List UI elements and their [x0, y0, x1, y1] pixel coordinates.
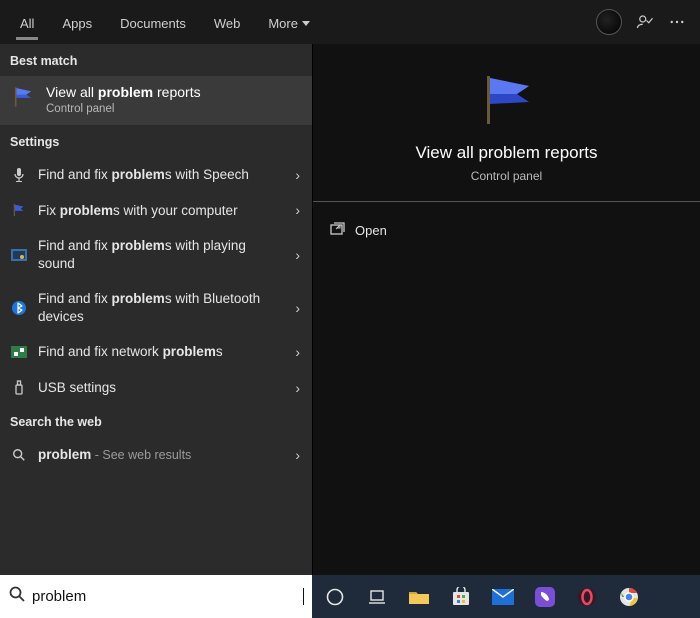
chevron-right-icon: › — [295, 447, 306, 463]
taskbar — [312, 575, 700, 618]
chevron-right-icon: › — [295, 300, 306, 316]
settings-item-speech[interactable]: Find and fix problems with Speech › — [0, 157, 312, 193]
tab-more[interactable]: More — [254, 4, 324, 40]
usb-icon — [10, 380, 28, 396]
ellipsis-icon[interactable] — [668, 13, 686, 31]
file-explorer-icon[interactable] — [406, 584, 432, 610]
preview-pane: View all problem reports Control panel O… — [312, 44, 700, 575]
preview-title: View all problem reports — [415, 143, 597, 163]
filter-tabs: All Apps Documents Web More — [0, 0, 700, 44]
search-icon — [10, 448, 28, 462]
microphone-icon — [10, 167, 28, 183]
text-caret — [303, 588, 304, 605]
settings-item-fix-computer[interactable]: Fix problems with your computer › — [0, 193, 312, 229]
section-settings: Settings — [0, 125, 312, 157]
flag-small-icon — [10, 203, 28, 217]
settings-item-usb[interactable]: USB settings › — [0, 370, 312, 406]
chevron-right-icon: › — [295, 167, 306, 183]
bluetooth-icon — [10, 300, 28, 316]
search-input[interactable] — [32, 588, 303, 605]
flag-icon — [10, 84, 36, 115]
preview-subtitle: Control panel — [471, 169, 542, 183]
chevron-right-icon: › — [295, 202, 306, 218]
viber-icon[interactable] — [532, 584, 558, 610]
search-icon — [8, 585, 26, 608]
best-match-title: View all problem reports — [46, 84, 201, 100]
web-search-item[interactable]: problem - See web results › — [0, 437, 312, 473]
best-match-subtitle: Control panel — [46, 103, 201, 115]
settings-item-bluetooth[interactable]: Find and fix problems with Bluetooth dev… — [0, 281, 312, 334]
tab-web[interactable]: Web — [200, 4, 255, 40]
tab-apps[interactable]: Apps — [48, 4, 106, 40]
chevron-right-icon: › — [295, 344, 306, 360]
settings-item-sound[interactable]: Find and fix problems with playing sound… — [0, 228, 312, 281]
mail-icon[interactable] — [490, 584, 516, 610]
chevron-down-icon — [302, 21, 310, 26]
tab-documents[interactable]: Documents — [106, 4, 200, 40]
action-open-label: Open — [355, 223, 387, 238]
feedback-icon[interactable] — [636, 13, 654, 31]
action-open[interactable]: Open — [323, 216, 690, 245]
chevron-right-icon: › — [295, 247, 306, 263]
network-icon — [10, 346, 28, 358]
tab-all[interactable]: All — [6, 4, 48, 40]
section-search-web: Search the web — [0, 405, 312, 437]
cortana-icon[interactable] — [322, 584, 348, 610]
avatar[interactable] — [596, 9, 622, 35]
tab-more-label: More — [268, 16, 298, 31]
microsoft-store-icon[interactable] — [448, 584, 474, 610]
opera-icon[interactable] — [574, 584, 600, 610]
troubleshoot-icon — [10, 249, 28, 261]
search-panel: All Apps Documents Web More Best match — [0, 0, 700, 575]
task-view-icon[interactable] — [364, 584, 390, 610]
open-icon — [329, 222, 345, 239]
chrome-icon[interactable] — [616, 584, 642, 610]
best-match-item[interactable]: View all problem reports Control panel — [0, 76, 312, 125]
chevron-right-icon: › — [295, 380, 306, 396]
section-best-match: Best match — [0, 44, 312, 76]
flag-large-icon — [475, 70, 539, 133]
settings-item-network[interactable]: Find and fix network problems › — [0, 334, 312, 370]
results-list: Best match View all problem reports Cont… — [0, 44, 312, 575]
search-box[interactable] — [0, 575, 312, 618]
